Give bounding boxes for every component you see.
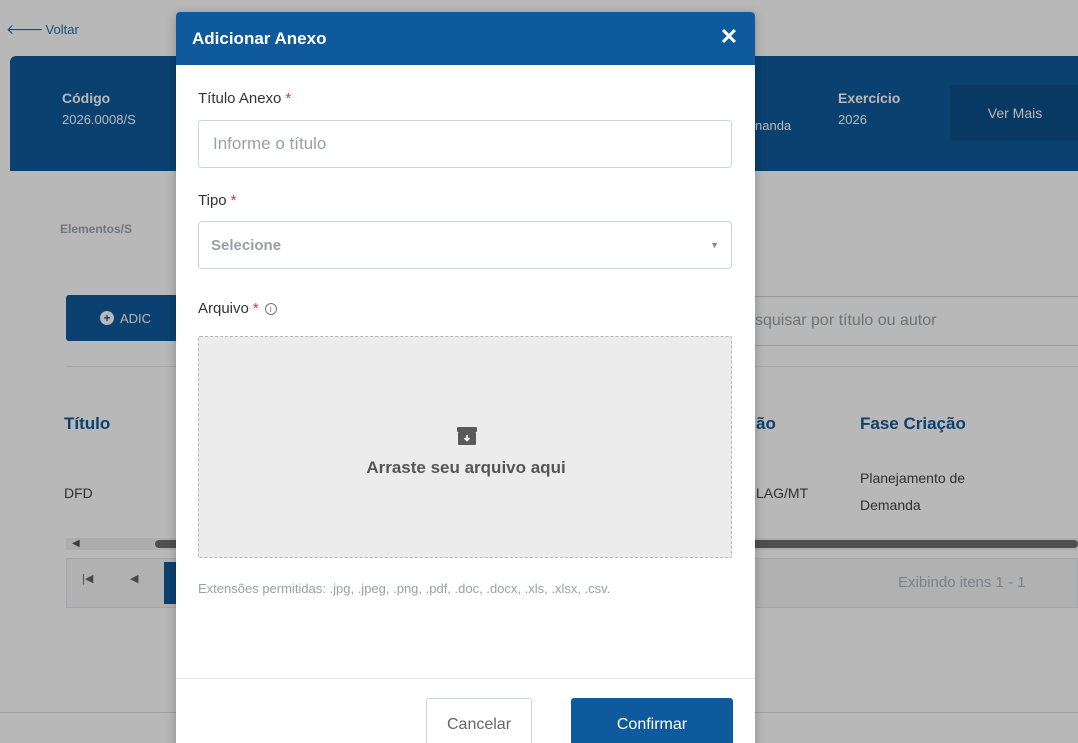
titulo-input[interactable]: [198, 120, 732, 168]
info-icon[interactable]: i: [264, 303, 277, 315]
required-mark: *: [230, 192, 237, 209]
required-mark: *: [285, 90, 292, 107]
modal-title: Adicionar Anexo: [192, 29, 327, 48]
titulo-label: Título Anexo *: [198, 90, 291, 107]
file-dropzone[interactable]: Arraste seu arquivo aqui: [198, 336, 732, 558]
add-attachment-modal: Adicionar Anexo ✕ Título Anexo* Tipo* Se…: [176, 12, 755, 743]
cancel-button[interactable]: Cancelar: [426, 698, 532, 743]
tipo-select[interactable]: Selecione ▼: [198, 221, 732, 269]
arquivo-label-text: Arquivo: [198, 300, 249, 317]
allowed-extensions-note: Extensões permitidas: .jpg, .jpeg, .png,…: [198, 581, 611, 596]
close-icon[interactable]: ✕: [718, 26, 740, 48]
confirm-button[interactable]: Confirmar: [571, 698, 733, 743]
modal-footer-divider: [176, 678, 755, 679]
required-mark: *: [252, 300, 259, 317]
modal-header: Adicionar Anexo ✕: [176, 12, 755, 65]
dropzone-text: Arraste seu arquivo aqui: [366, 458, 566, 477]
titulo-label-text: Título Anexo: [198, 90, 282, 107]
tipo-label-text: Tipo: [198, 192, 227, 209]
tipo-select-value: Selecione: [211, 236, 282, 254]
tipo-label: Tipo *: [198, 192, 236, 209]
chevron-down-icon: ▼: [710, 240, 719, 250]
arquivo-label: Arquivo * i: [198, 300, 277, 317]
archive-icon: [457, 427, 477, 445]
